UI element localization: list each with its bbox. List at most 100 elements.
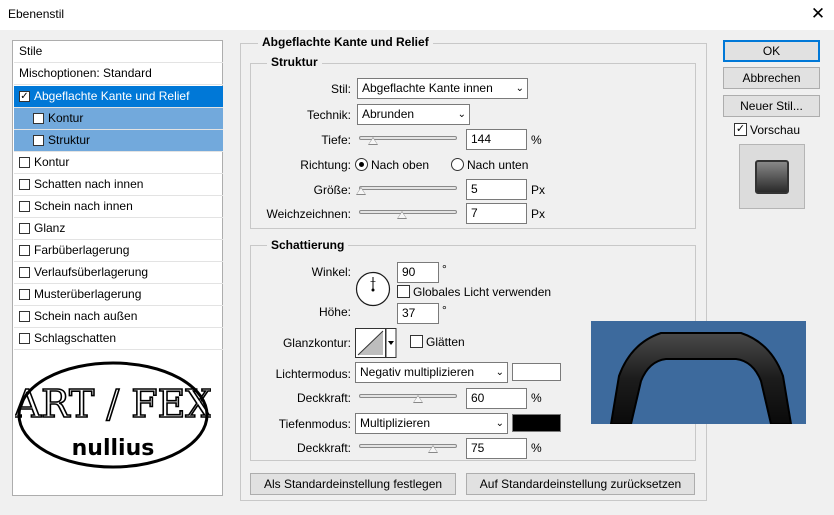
structure-group-title: Struktur [267,55,322,69]
smooth-checkbox[interactable] [410,335,423,348]
smooth-label: Glätten [426,335,465,349]
shadow-mode-dropdown[interactable]: Multiplizieren ⌄ [355,413,508,434]
ok-button[interactable]: OK [723,40,820,62]
canvas-preview-image [591,321,806,424]
direction-down-radio[interactable] [451,158,464,171]
style-item-color-overlay[interactable]: Farbüberlagerung [14,240,223,262]
gloss-contour-picker[interactable] [355,328,397,358]
size-input[interactable]: 5 [466,179,527,200]
depth-slider[interactable] [359,133,457,145]
style-item-contour-sub[interactable]: Kontur [14,108,223,130]
style-item-stroke[interactable]: Kontur [14,152,223,174]
style-item-pattern-overlay[interactable]: Musterüberlagerung [14,284,223,306]
checkbox-outer-glow[interactable] [19,311,30,322]
style-item-texture[interactable]: Struktur [14,130,223,152]
shadow-opacity-unit: % [531,441,542,455]
bevel-group-title: Abgeflachte Kante und Relief [258,35,433,49]
slider-thumb[interactable] [367,137,378,145]
depth-input[interactable]: 144 [466,129,527,150]
style-item-outer-glow[interactable]: Schein nach außen [14,306,223,328]
checkbox-texture[interactable] [33,135,44,146]
cancel-button[interactable]: Abbrechen [723,67,820,89]
highlight-mode-dropdown[interactable]: Negativ multiplizieren ⌄ [355,362,508,383]
slider-thumb[interactable] [355,187,366,195]
direction-up-label: Nach oben [371,158,430,172]
highlight-color-swatch[interactable] [512,363,561,381]
global-light-checkbox[interactable] [397,285,410,298]
style-item-inner-glow[interactable]: Schein nach innen [14,196,223,218]
angle-unit: ° [442,262,447,276]
checkbox-inner-glow[interactable] [19,201,30,212]
style-item-gradient-overlay[interactable]: Verlaufsüberlagerung [14,262,223,284]
logo-text-top: ART / FEX [15,382,211,426]
soften-slider[interactable] [359,207,457,219]
shadow-opacity-label: Deckkraft: [296,441,351,455]
checkbox-inner-shadow[interactable] [19,179,30,190]
altitude-label: Höhe: [318,305,351,319]
highlight-mode-label: Lichtermodus: [275,367,351,381]
style-item-drop-shadow[interactable]: Schlagschatten [14,328,223,350]
checkbox-gradient-overlay[interactable] [19,267,30,278]
slider-track [359,394,457,398]
title-bar [0,0,834,30]
artifex-logo: ART / FEX nullius [15,361,211,469]
altitude-input[interactable]: 37 [397,303,439,324]
highlight-opacity-slider[interactable] [359,391,457,403]
new-style-button[interactable]: Neuer Stil... [723,95,820,117]
direction-down-label: Nach unten [467,158,529,172]
reset-default-button[interactable]: Auf Standardeinstellung zurücksetzen [466,473,695,495]
technique-dropdown[interactable]: Abrunden ⌄ [357,104,470,125]
preview-swatch-shape [755,160,789,194]
checkbox-drop-shadow[interactable] [19,333,30,344]
slider-thumb[interactable] [397,211,408,219]
angle-input[interactable]: 90 [397,262,439,283]
slider-track [359,210,457,214]
checkbox-bevel[interactable]: ✓ [19,91,30,102]
style-item-satin[interactable]: Glanz [14,218,223,240]
altitude-unit: ° [442,303,447,317]
blend-options-item[interactable]: Mischoptionen: Standard [14,63,223,85]
style-dropdown[interactable]: Abgeflachte Kante innen ⌄ [357,78,528,99]
chevron-down-icon: ⌄ [457,109,466,120]
style-item-bevel[interactable]: ✓ Abgeflachte Kante und Relief [14,86,223,108]
shading-group-title: Schattierung [267,238,349,252]
slider-thumb[interactable] [412,395,423,403]
angle-label: Winkel: [311,265,351,279]
soften-label: Weichzeichnen: [266,207,352,221]
preview-checkbox[interactable]: ✓ [734,123,747,136]
highlight-opacity-input[interactable]: 60 [466,388,527,409]
logo-text-bottom: nullius [72,436,155,461]
checkbox-pattern-overlay[interactable] [19,289,30,300]
style-label: Stil: [330,82,351,96]
shadow-color-swatch[interactable] [512,414,561,432]
preview-swatch [739,144,805,209]
chevron-down-icon: ⌄ [495,367,504,378]
checkbox-stroke[interactable] [19,157,30,168]
chevron-down-icon: ⌄ [515,83,524,94]
shadow-opacity-slider[interactable] [359,441,457,453]
window-title: Ebenenstil [8,7,65,21]
checkbox-contour-sub[interactable] [33,113,44,124]
close-icon[interactable]: ✕ [807,3,829,25]
checkbox-color-overlay[interactable] [19,245,30,256]
slider-thumb[interactable] [427,445,438,453]
highlight-opacity-unit: % [531,391,542,405]
depth-unit: % [531,133,542,147]
soften-unit: Px [531,207,546,221]
angle-dial[interactable]: + [355,271,391,307]
style-item-inner-shadow[interactable]: Schatten nach innen [14,174,223,196]
svg-text:+: + [370,277,377,286]
checkbox-satin[interactable] [19,223,30,234]
direction-label: Richtung: [300,158,351,172]
soften-input[interactable]: 7 [466,203,527,224]
depth-label: Tiefe: [321,133,351,147]
make-default-button[interactable]: Als Standardeinstellung festlegen [250,473,456,495]
slider-track [359,444,457,448]
style-list-header[interactable]: Stile [14,41,223,63]
size-slider[interactable] [355,183,457,195]
shadow-opacity-input[interactable]: 75 [466,438,527,459]
gloss-contour-label: Glanzkontur: [282,336,351,350]
size-label: Größe: [313,183,351,197]
direction-up-radio[interactable] [355,158,368,171]
size-unit: Px [531,183,546,197]
